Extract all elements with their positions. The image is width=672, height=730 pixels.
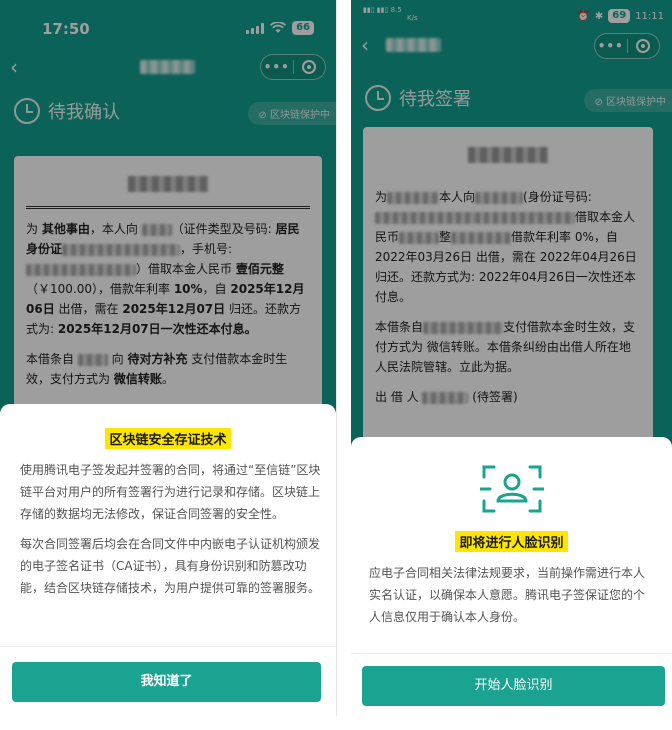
right-phone-screen: ▮▮▯ ▮▮▯ 8.5 K/s ⏰ ✱ 69 11:11 ‹ ••• 待我签署 (351, 0, 672, 716)
acknowledge-button[interactable]: 我知道了 (12, 662, 321, 702)
sheet-paragraph-2: 每次合同签署后均会在合同文件中内嵌电子认证机构颁发的电子签名证书（CA证书），具… (20, 537, 321, 595)
blockchain-info-sheet: 区块链安全存证技术 使用腾讯电子签发起并签署的合同，将通过“至信链”区块链平台对… (0, 404, 336, 716)
sheet-title: 即将进行人脸识别 (455, 531, 568, 552)
screenshot-stage: 17:50 66 ‹ ••• 待我确认 ⊘ 区块链保护中 为 其他事由，本人向 … (0, 0, 672, 730)
sheet-body: 使用腾讯电子签发起并签署的合同，将通过“至信链”区块链平台对用户的所有签署行为进… (0, 449, 336, 599)
divider (351, 653, 672, 654)
face-scan-icon (479, 465, 544, 513)
start-face-recognition-button[interactable]: 开始人脸识别 (362, 666, 665, 706)
sheet-paragraph-1: 使用腾讯电子签发起并签署的合同，将通过“至信链”区块链平台对用户的所有签署行为进… (20, 463, 321, 521)
divider (0, 646, 336, 647)
sheet-title: 区块链安全存证技术 (105, 428, 231, 449)
sheet-body: 应电子合同相关法律法规要求，当前操作需进行本人实名认证，以确保本人意愿。腾讯电子… (369, 566, 646, 624)
left-phone-screen: 17:50 66 ‹ ••• 待我确认 ⊘ 区块链保护中 为 其他事由，本人向 … (0, 0, 337, 716)
face-recognition-sheet: 即将进行人脸识别 应电子合同相关法律法规要求，当前操作需进行本人实名认证，以确保… (351, 437, 672, 716)
